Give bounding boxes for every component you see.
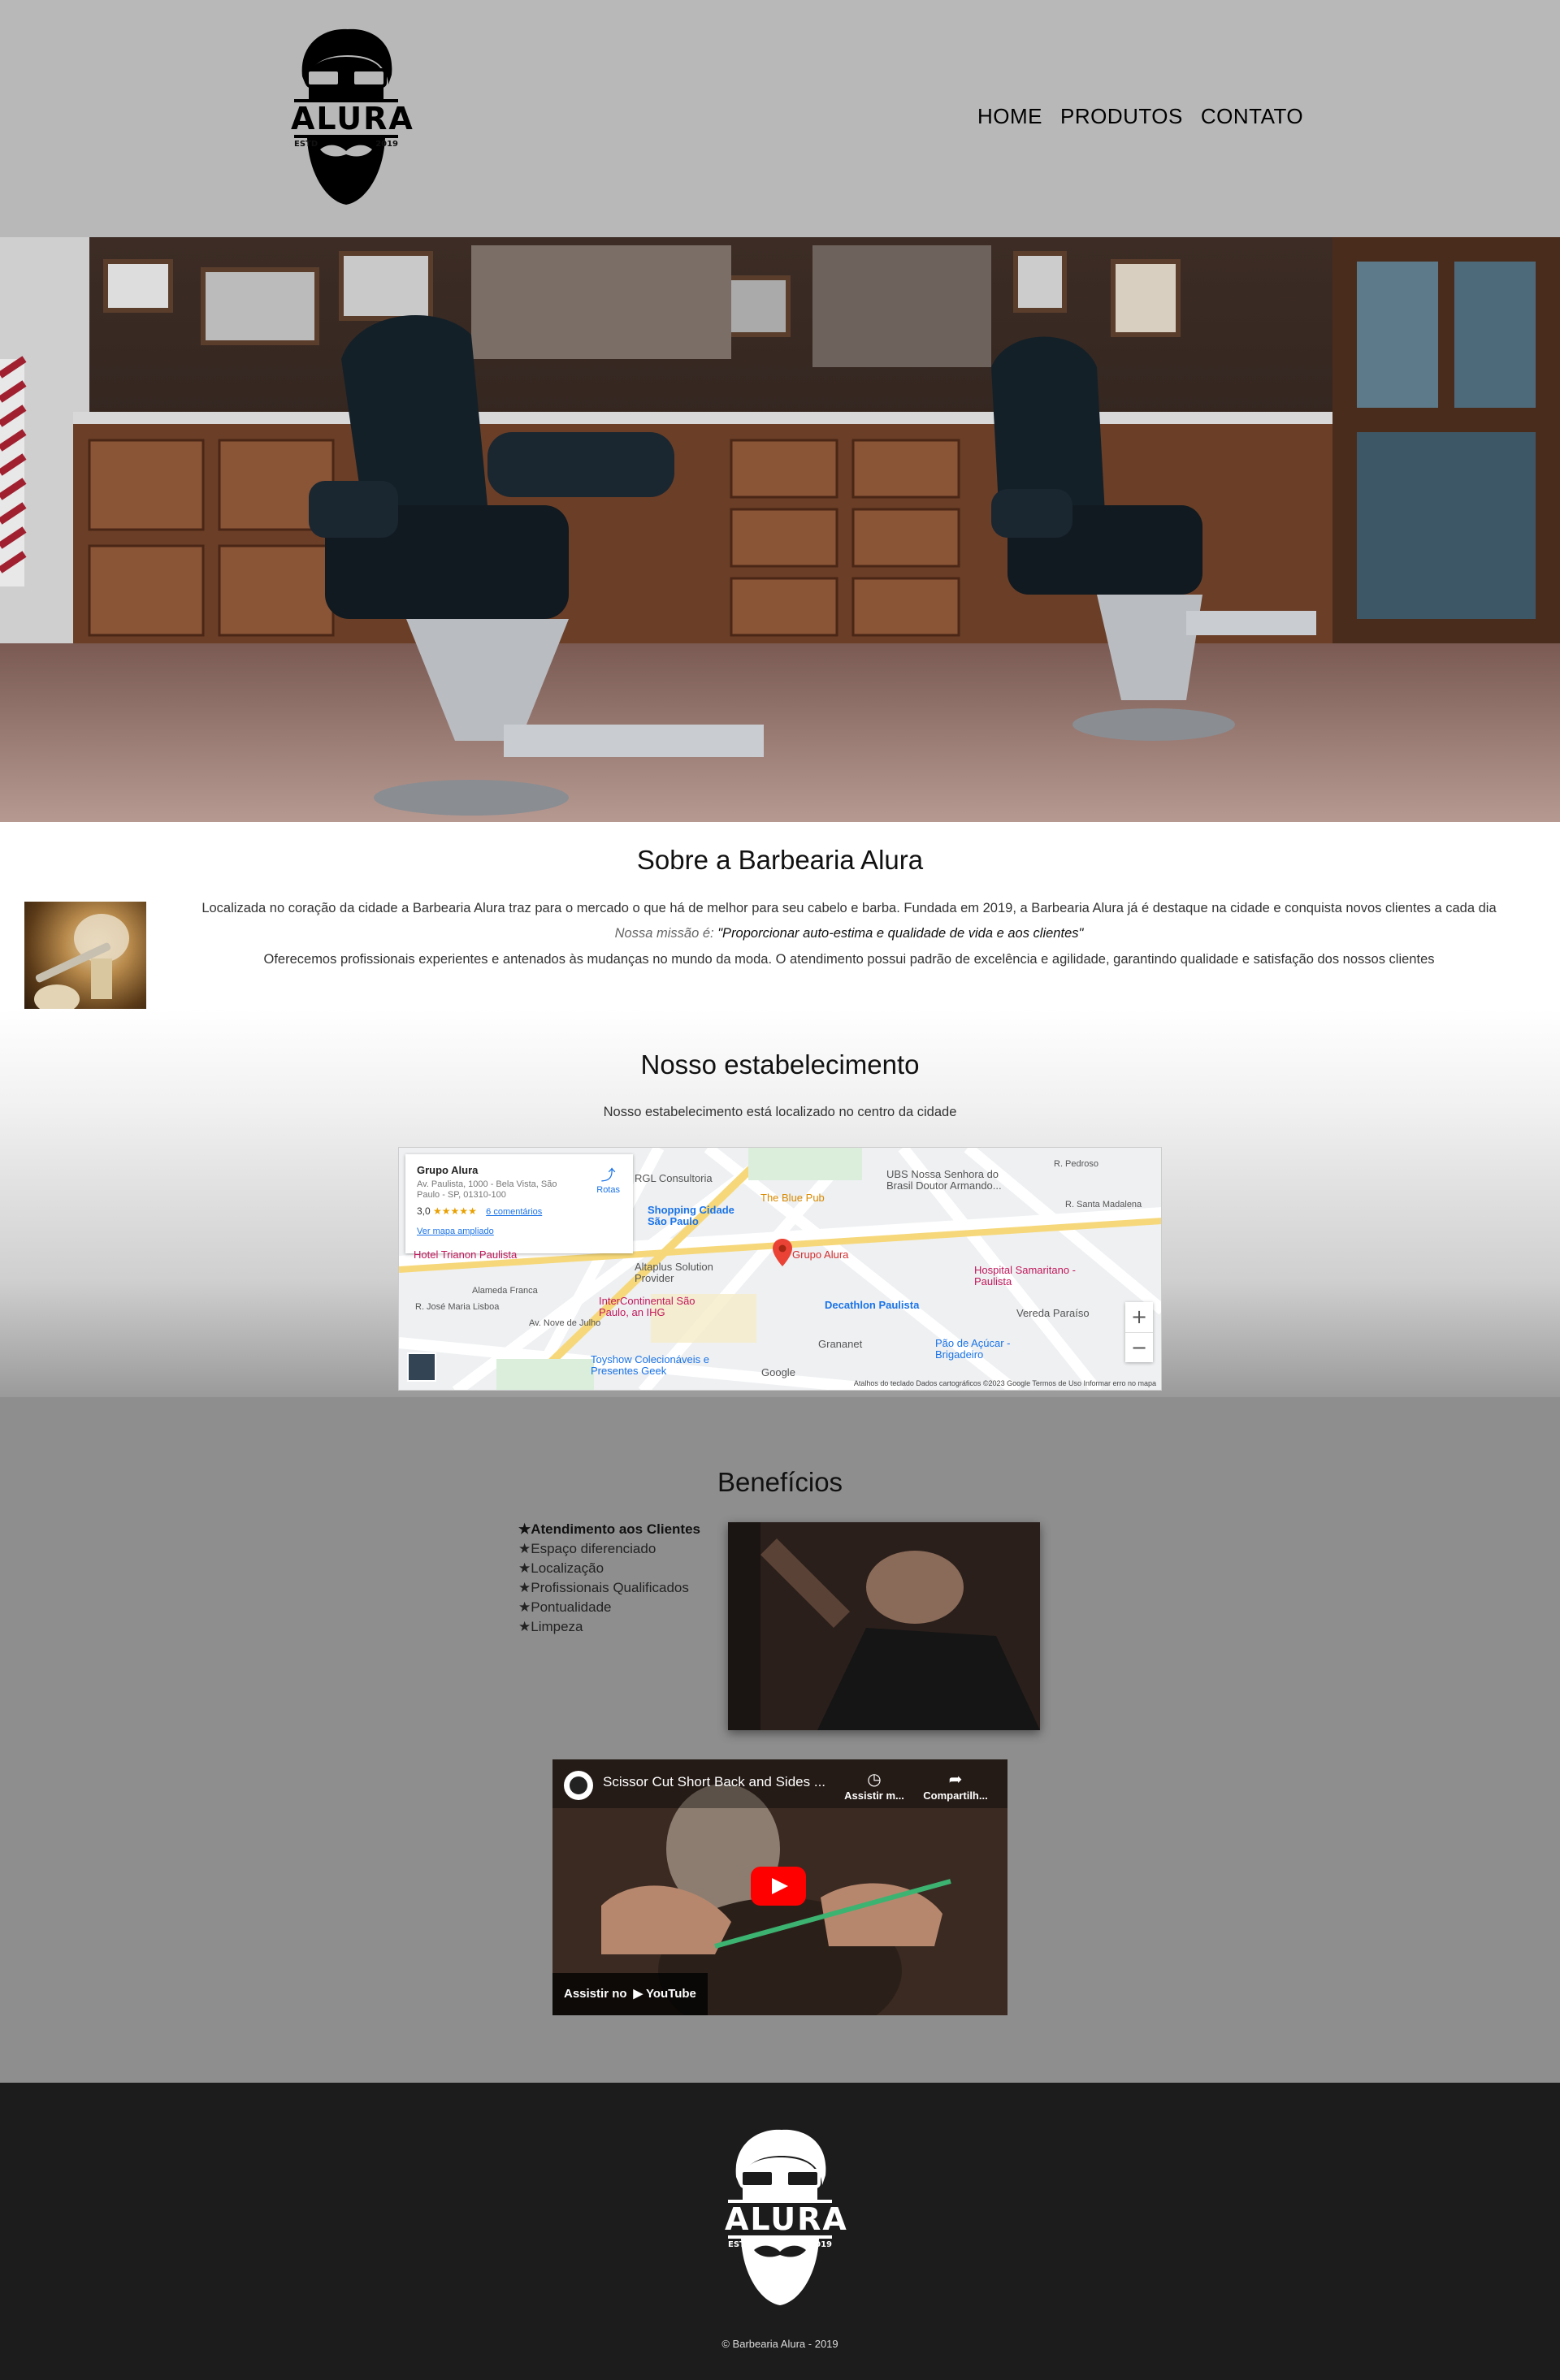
map-pin-icon[interactable] bbox=[773, 1239, 792, 1266]
youtube-logo: ▶ YouTube bbox=[633, 1987, 696, 2001]
map-label: Altaplus Solution Provider bbox=[635, 1261, 713, 1284]
benefits-section: Benefícios ★Atendimento aos Clientes ★Es… bbox=[0, 1397, 1560, 2083]
watch-later-button[interactable]: ◷ Assistir m... bbox=[842, 1769, 907, 1802]
benefits-title: Benefícios bbox=[717, 1467, 843, 1497]
map-label: Grananet bbox=[818, 1338, 863, 1350]
benefit-item: ★Profissionais Qualificados bbox=[518, 1580, 689, 1595]
map-routes-button[interactable]: ⤴ Rotas bbox=[596, 1164, 620, 1195]
map-routes-label: Rotas bbox=[596, 1185, 620, 1195]
map-footer-links[interactable]: Atalhos do teclado Dados cartográficos ©… bbox=[399, 1377, 1161, 1390]
map-label: The Blue Pub bbox=[760, 1192, 825, 1204]
about-title: Sobre a Barbearia Alura bbox=[636, 845, 924, 875]
map-label: Hotel Trianon Paulista bbox=[414, 1248, 518, 1261]
map-label: RGL Consultoria bbox=[635, 1172, 713, 1184]
map-place-rating-row: 3,0 ★★★★★ 6 comentários bbox=[417, 1205, 622, 1217]
map-larger-link[interactable]: Ver mapa ampliado bbox=[417, 1227, 622, 1236]
share-button[interactable]: ➦ Compartilh... bbox=[923, 1769, 988, 1802]
about-mission: Nossa missão é: "Proporcionar auto-estim… bbox=[171, 927, 1528, 941]
site-header: ALURA ESTD 2019 HOME PRODUTOS CONTATO bbox=[0, 0, 1560, 237]
map-label: Shopping Cidade São Paulo bbox=[648, 1204, 734, 1227]
map-label: Pão de Açúcar - Brigadeiro bbox=[935, 1337, 1011, 1361]
barbershop-interior-image bbox=[0, 237, 1560, 822]
about-paragraph-2: Oferecemos profissionais experientes e a… bbox=[263, 951, 1435, 967]
share-label: Compartilh... bbox=[923, 1789, 988, 1802]
channel-avatar[interactable] bbox=[564, 1771, 593, 1800]
mission-quote: "Proporcionar auto-estima e qualidade de… bbox=[717, 926, 1084, 941]
shaving-brush-image bbox=[24, 902, 146, 1023]
watch-on-label: Assistir no bbox=[564, 1987, 627, 2001]
benefit-item: ★Localização bbox=[518, 1560, 604, 1576]
barber-client-photo bbox=[728, 1522, 1040, 1730]
map-label: R. Santa Madalena bbox=[1065, 1200, 1142, 1209]
barber-shaving-image bbox=[728, 1522, 1040, 1730]
share-icon: ➦ bbox=[948, 1771, 963, 1789]
about-text-block: Localizada no coração da cidade a Barbea… bbox=[171, 901, 1528, 978]
mission-label: Nossa missão é: bbox=[614, 926, 714, 941]
watch-later-label: Assistir m... bbox=[844, 1789, 904, 1802]
establishment-subtitle: Nosso estabelecimento está localizado no… bbox=[603, 1105, 957, 1119]
map-zoom-controls: + − bbox=[1125, 1302, 1153, 1362]
benefit-item: ★Espaço diferenciado bbox=[518, 1541, 656, 1556]
map-label: R. Pedroso bbox=[1054, 1159, 1099, 1169]
clock-icon: ◷ bbox=[867, 1771, 882, 1789]
benefit-item: ★Atendimento aos Clientes bbox=[518, 1521, 700, 1537]
map-place-card: Grupo Alura Av. Paulista, 1000 - Bela Vi… bbox=[405, 1154, 633, 1253]
hero-barbershop-image bbox=[0, 237, 1560, 822]
copyright-text: © Barbearia Alura - 2019 bbox=[722, 2338, 838, 2350]
map-zoom-out-button[interactable]: − bbox=[1125, 1332, 1153, 1362]
logo-est-label: ESTD bbox=[294, 140, 318, 149]
play-button-icon[interactable] bbox=[751, 1867, 806, 1906]
site-footer: ALURA ESTD 2019 © Barbearia Alura - 2019 bbox=[0, 2083, 1560, 2380]
alura-logo[interactable]: ALURA ESTD 2019 bbox=[291, 28, 414, 206]
benefits-list: ★Atendimento aos Clientes ★Espaço difere… bbox=[518, 1521, 700, 1638]
footer-logo-year-label: 2019 bbox=[809, 2240, 832, 2249]
benefit-item: ★Pontualidade bbox=[518, 1599, 612, 1615]
map-label: Grupo Alura bbox=[792, 1248, 849, 1261]
footer-alura-logo: ALURA ESTD 2019 bbox=[725, 2128, 848, 2307]
establishment-title: Nosso estabelecimento bbox=[640, 1049, 920, 1080]
map-label: Vereda Paraíso bbox=[1016, 1307, 1090, 1319]
map-place-address: Av. Paulista, 1000 - Bela Vista, São Pau… bbox=[417, 1179, 557, 1201]
benefit-item: ★Limpeza bbox=[518, 1619, 583, 1634]
nav-produtos-link[interactable]: PRODUTOS bbox=[1060, 104, 1183, 129]
logo-wordmark: ALURA bbox=[291, 101, 414, 136]
footer-logo-wordmark: ALURA bbox=[725, 2201, 848, 2237]
map-rating-stars: ★★★★★ bbox=[433, 1205, 477, 1218]
map-label: Alameda Franca bbox=[472, 1286, 538, 1296]
footer-logo-est-label: ESTD bbox=[728, 2240, 752, 2249]
map-label: R. José Maria Lisboa bbox=[415, 1302, 500, 1312]
nav-home-link[interactable]: HOME bbox=[977, 104, 1042, 129]
shaving-brush-icon bbox=[34, 914, 129, 1014]
directions-icon: ⤴ bbox=[600, 1167, 616, 1184]
youtube-video-embed[interactable]: Scissor Cut Short Back and Sides ... ◷ A… bbox=[552, 1759, 1008, 2015]
map-label: Av. Nove de Julho bbox=[529, 1318, 601, 1328]
map-zoom-in-button[interactable]: + bbox=[1125, 1302, 1153, 1332]
map-label: InterContinental São Paulo, an IHG bbox=[599, 1295, 696, 1318]
map-place-name: Grupo Alura bbox=[417, 1164, 479, 1176]
google-map-embed[interactable]: Grupo Alura Av. Paulista, 1000 - Bela Vi… bbox=[398, 1147, 1162, 1391]
about-section: Sobre a Barbearia Alura Localizada no co… bbox=[0, 822, 1560, 1023]
watch-on-youtube-button[interactable]: Assistir no ▶ YouTube bbox=[552, 1973, 708, 2015]
map-label: UBS Nossa Senhora do Brasil Doutor Arman… bbox=[886, 1168, 1002, 1192]
map-label: Toyshow Colecionáveis e Presentes Geek bbox=[591, 1353, 709, 1377]
video-title[interactable]: Scissor Cut Short Back and Sides ... bbox=[603, 1774, 826, 1790]
nav-contato-link[interactable]: CONTATO bbox=[1201, 104, 1303, 129]
main-nav: HOME PRODUTOS CONTATO bbox=[977, 104, 1303, 129]
logo-year-label: 2019 bbox=[375, 140, 398, 149]
map-label: Decathlon Paulista bbox=[825, 1299, 920, 1311]
establishment-section: Nosso estabelecimento Nosso estabelecime… bbox=[0, 1009, 1560, 1397]
map-reviews-link[interactable]: 6 comentários bbox=[486, 1207, 542, 1217]
map-label: Hospital Samaritano - Paulista bbox=[974, 1264, 1076, 1287]
about-paragraph-1: Localizada no coração da cidade a Barbea… bbox=[202, 901, 1497, 915]
map-rating-value: 3,0 bbox=[417, 1205, 431, 1218]
